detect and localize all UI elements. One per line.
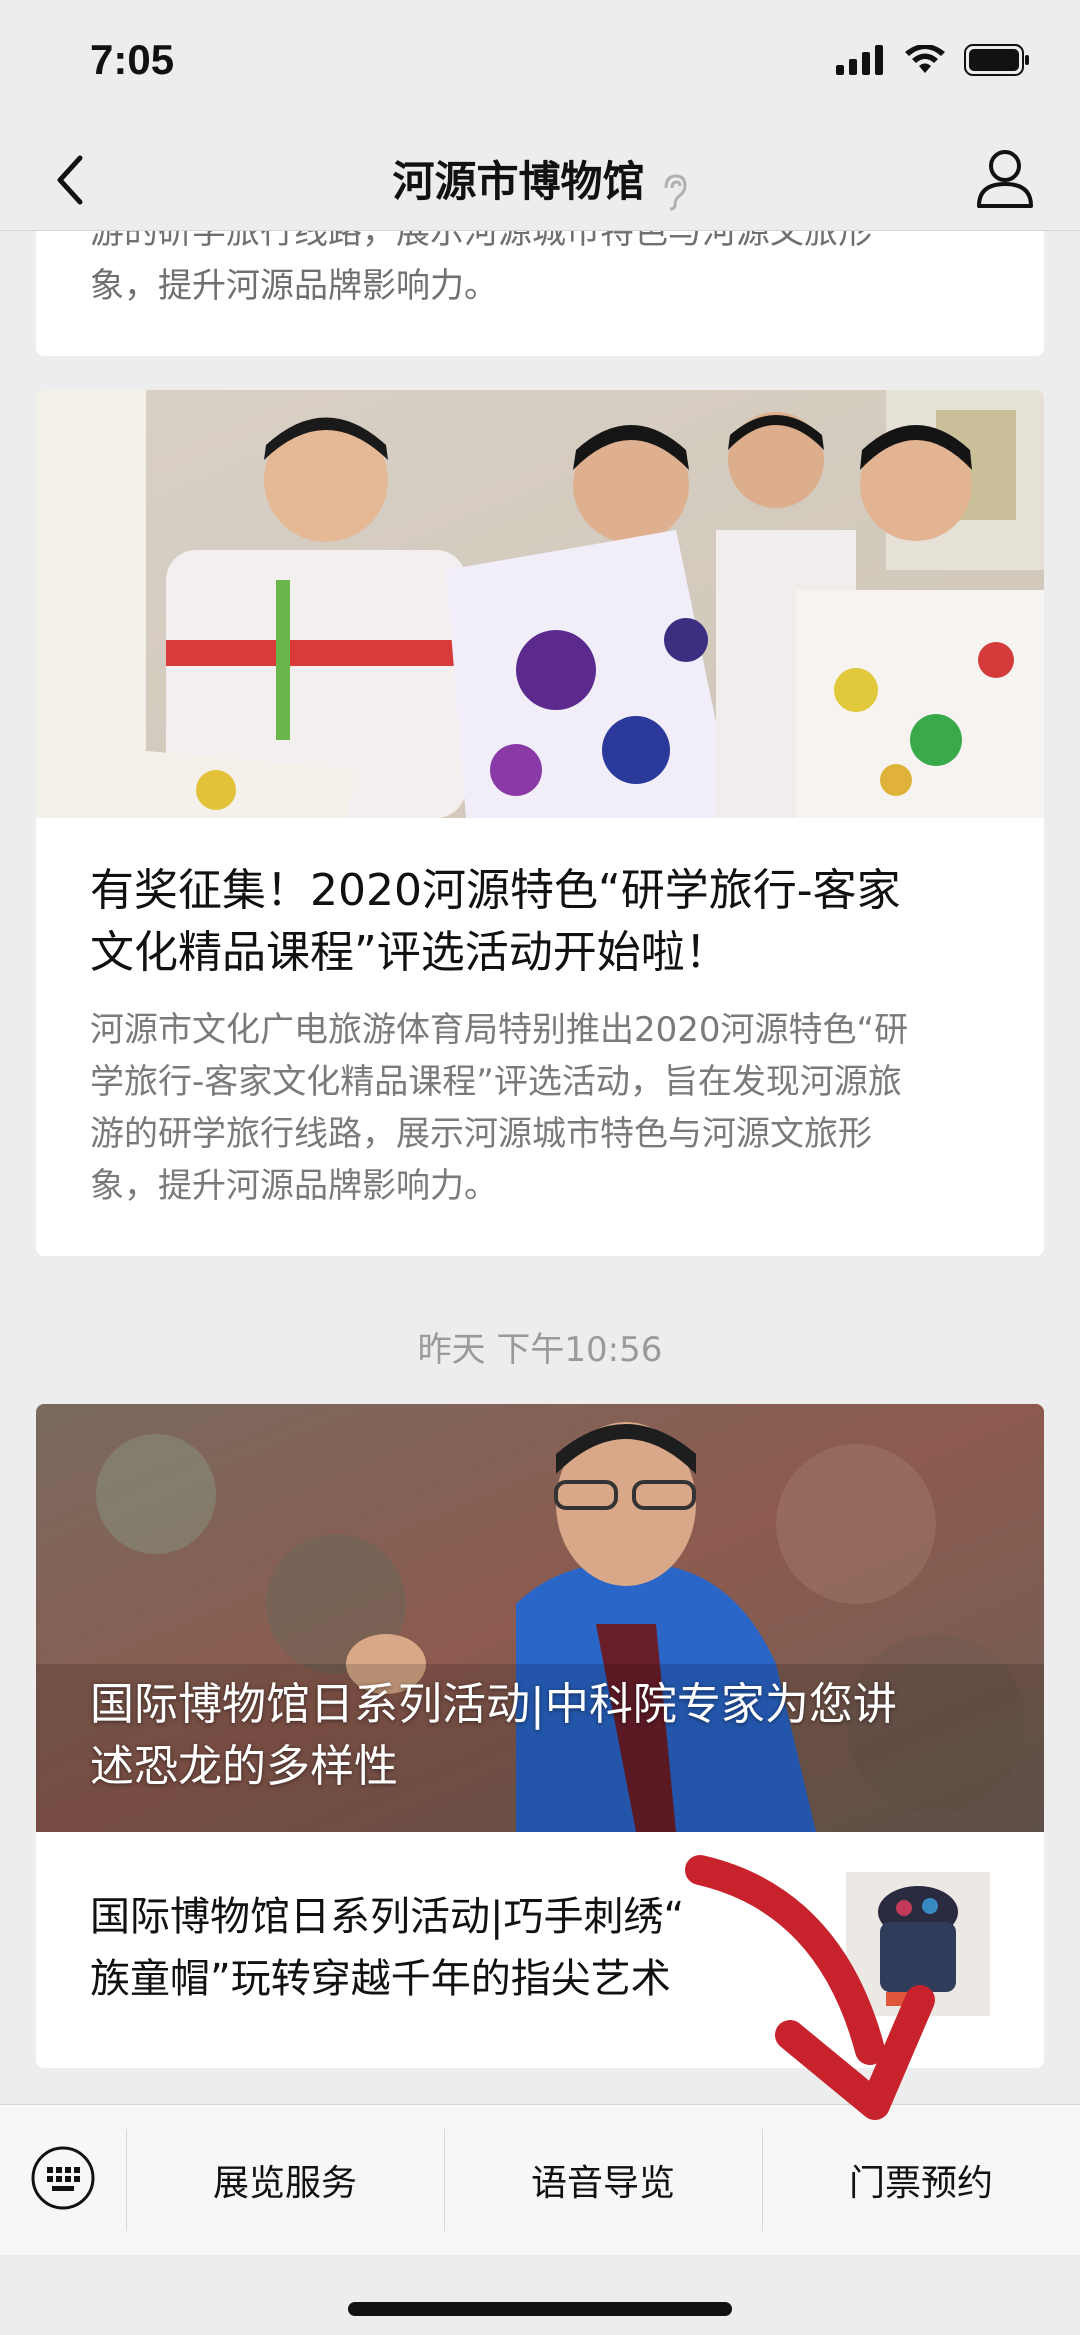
- article-card-1[interactable]: 有奖征集！2020河源特色“研学旅行-客家 文化精品课程”评选活动开始啦！ 河源…: [36, 390, 1044, 1256]
- article-2-sub-thumbnail: [846, 1872, 990, 2016]
- home-indicator[interactable]: [348, 2302, 732, 2316]
- article-1-summary-line-1: 河源市文化广电旅游体育局特别推出2020河源特色“研: [90, 1010, 909, 1050]
- status-time: 7:05: [90, 36, 175, 83]
- menu-item-audio-guide[interactable]: 语音导览: [444, 2105, 762, 2255]
- article-2-main[interactable]: 国际博物馆日系列活动|中科院专家为您讲 述恐龙的多样性: [36, 1404, 1044, 1832]
- article-2-sub-title-line-1: 国际博物馆日系列活动|巧手刺绣“: [90, 1894, 685, 1940]
- wifi-icon: [905, 45, 945, 73]
- article-1-title-line-1: 有奖征集！2020河源特色“研学旅行-客家: [90, 865, 901, 916]
- message-timestamp: 昨天 下午10:56: [417, 1330, 663, 1370]
- menu-item-ticket-reservation[interactable]: 门票预约: [762, 2105, 1080, 2255]
- article-1-summary-line-2: 学旅行-客家文化精品课程”评选活动，旨在发现河源旅: [90, 1062, 902, 1102]
- status-bar: 7:05: [0, 0, 1080, 130]
- article-2-sub-title-line-2: 族童帽”玩转穿越千年的指尖艺术: [90, 1956, 671, 2002]
- article-2-overlay-title-line-1: 国际博物馆日系列活动|中科院专家为您讲: [90, 1679, 897, 1730]
- profile-icon[interactable]: [975, 146, 1035, 210]
- article-1-summary-line-3: 游的研学旅行线路，展示河源城市特色与河源文旅形: [90, 1114, 872, 1154]
- nav-bar: 河源市博物馆: [0, 130, 1080, 231]
- article-1-photo: [36, 390, 1044, 818]
- article-2-overlay-title-line-2: 述恐龙的多样性: [90, 1741, 398, 1792]
- article-2-sub-item[interactable]: 国际博物馆日系列活动|巧手刺绣“ 族童帽”玩转穿越千年的指尖艺术: [36, 1832, 1044, 2068]
- status-icons: [836, 44, 1030, 76]
- keyboard-icon[interactable]: [30, 2145, 96, 2211]
- article-1-summary-line-4: 象，提升河源品牌影响力。: [90, 1166, 498, 1206]
- page-title: 河源市博物馆: [392, 157, 645, 206]
- battery-icon: [964, 44, 1029, 76]
- signal-icon: [836, 45, 883, 75]
- bottom-menu-bar: 展览服务 语音导览 门票预约: [0, 2104, 1080, 2255]
- menu-item-exhibition-service[interactable]: 展览服务: [126, 2105, 444, 2255]
- article-card-2: 国际博物馆日系列活动|中科院专家为您讲 述恐龙的多样性 国际博物馆日系列活动|巧…: [36, 1404, 1044, 2068]
- article-1-title-line-2: 文化精品课程”评选活动开始啦！: [90, 927, 729, 978]
- nav-title-wrap: 河源市博物馆: [0, 148, 1080, 212]
- snippet-line-2: 象，提升河源品牌影响力。: [90, 266, 498, 306]
- ear-icon: [664, 173, 687, 210]
